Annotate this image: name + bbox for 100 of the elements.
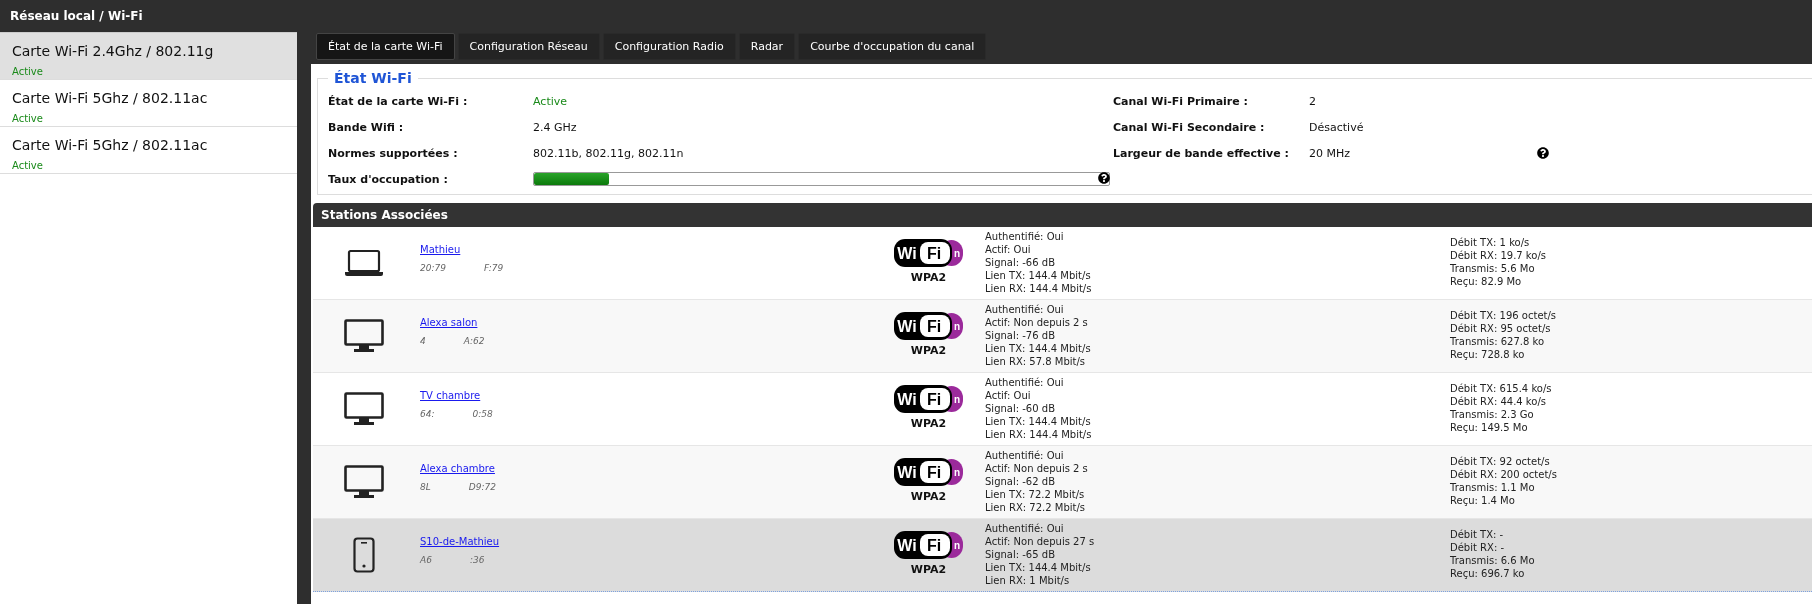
card-name: Carte Wi-Fi 5Ghz / 802.11ac bbox=[12, 90, 208, 106]
traffic-stat: Transmis: 6.6 Mo bbox=[1450, 554, 1536, 567]
wifi-logo: Wi Fi n bbox=[893, 531, 964, 559]
station-name-link[interactable]: Alexa salon bbox=[420, 317, 478, 328]
card-status: Active bbox=[12, 66, 43, 77]
station-detail: Signal: -76 dB bbox=[985, 329, 1056, 342]
security-label: WPA2 bbox=[910, 344, 947, 357]
laptop-icon bbox=[344, 249, 384, 277]
field-value: 20 MHz bbox=[1309, 146, 1351, 160]
field-label: Taux d'occupation : bbox=[328, 172, 448, 186]
help-icon[interactable] bbox=[1537, 147, 1549, 159]
station-detail: Lien TX: 144.4 Mbit/s bbox=[985, 342, 1092, 355]
traffic-stat: Reçu: 728.8 ko bbox=[1450, 348, 1526, 361]
tab[interactable]: Radar bbox=[738, 33, 796, 60]
mac-address: 8L bbox=[420, 482, 431, 492]
station-detail: Signal: -60 dB bbox=[985, 402, 1056, 415]
station-detail: Lien RX: 144.4 Mbit/s bbox=[985, 282, 1093, 295]
field-label: État de la carte Wi-Fi : bbox=[328, 94, 468, 108]
field-value: 802.11b, 802.11g, 802.11n bbox=[533, 146, 684, 160]
mac-address: 0:58 bbox=[472, 409, 493, 419]
station-name-link[interactable]: S10-de-Mathieu bbox=[420, 536, 500, 547]
station-detail: Authentifié: Oui bbox=[985, 522, 1065, 535]
traffic-stat: Transmis: 5.6 Mo bbox=[1450, 262, 1536, 275]
field-value: 2.4 GHz bbox=[533, 120, 577, 134]
mac-address: D9:72 bbox=[468, 482, 496, 492]
traffic-stat: Reçu: 82.9 Mo bbox=[1450, 275, 1523, 288]
security-label: WPA2 bbox=[910, 271, 947, 284]
help-icon[interactable] bbox=[1098, 172, 1110, 184]
station-row[interactable]: S10-de-Mathieu A6 :36 Wi Fi n WPA2 Authentifié: Oui Actif: Non depuis 27 s Signal: -65 dB Lien TX: 144.4 Mbit/s Lien RX: 1 Mbit/s Débit TX: - Débit RX: - Transmis: 6.6 Mo Reçu: 696.7 ko bbox=[313, 519, 1812, 592]
station-detail: Lien RX: 144.4 Mbit/s bbox=[985, 428, 1093, 441]
traffic-stat: Débit RX: 200 octet/s bbox=[1450, 468, 1558, 481]
station-detail: Signal: -62 dB bbox=[985, 475, 1056, 488]
traffic-stat: Débit RX: 44.4 ko/s bbox=[1450, 395, 1547, 408]
security-label: WPA2 bbox=[910, 563, 947, 576]
station-detail: Actif: Non depuis 2 s bbox=[985, 316, 1089, 329]
traffic-stat: Débit TX: - bbox=[1450, 528, 1505, 541]
monitor-icon bbox=[344, 465, 384, 499]
traffic-stat: Reçu: 149.5 Mo bbox=[1450, 421, 1529, 434]
traffic-stat: Reçu: 1.4 Mo bbox=[1450, 494, 1516, 507]
station-detail: Actif: Non depuis 2 s bbox=[985, 462, 1089, 475]
tab[interactable]: État de la carte Wi-Fi bbox=[316, 33, 455, 60]
station-detail: Signal: -66 dB bbox=[985, 256, 1056, 269]
station-row[interactable] bbox=[313, 300, 1812, 373]
mac-address: A6 bbox=[420, 555, 432, 565]
station-detail: Authentifié: Oui bbox=[985, 303, 1065, 316]
mac-address: :36 bbox=[469, 555, 485, 565]
traffic-stat: Transmis: 627.8 ko bbox=[1450, 335, 1546, 348]
security-label: WPA2 bbox=[910, 417, 947, 430]
station-name-link[interactable]: TV chambre bbox=[420, 390, 481, 401]
traffic-stat: Débit RX: - bbox=[1450, 541, 1506, 554]
traffic-stat: Débit TX: 92 octet/s bbox=[1450, 455, 1551, 468]
station-detail: Lien TX: 144.4 Mbit/s bbox=[985, 415, 1092, 428]
station-detail: Actif: Oui bbox=[985, 243, 1032, 256]
traffic-stat: Transmis: 2.3 Go bbox=[1450, 408, 1535, 421]
traffic-stat: Transmis: 1.1 Mo bbox=[1450, 481, 1536, 494]
wifi-logo: Wi Fi n bbox=[893, 239, 964, 267]
station-detail: Lien TX: 144.4 Mbit/s bbox=[985, 561, 1092, 574]
station-detail: Lien RX: 57.8 Mbit/s bbox=[985, 355, 1087, 368]
field-label: Bande Wifi : bbox=[328, 120, 404, 134]
mac-address: 4 bbox=[420, 336, 426, 346]
card-status: Active bbox=[12, 160, 43, 171]
station-row[interactable] bbox=[313, 446, 1812, 519]
station-name-link[interactable]: Mathieu bbox=[420, 244, 461, 255]
traffic-stat: Débit RX: 19.7 ko/s bbox=[1450, 249, 1547, 262]
station-name-link[interactable]: Alexa chambre bbox=[420, 463, 495, 474]
tab[interactable]: Courbe d'occupation du canal bbox=[798, 33, 987, 60]
page-title: Réseau local / Wi-Fi bbox=[10, 9, 143, 23]
monitor-icon bbox=[344, 319, 384, 353]
station-detail: Actif: Non depuis 27 s bbox=[985, 535, 1096, 548]
card-name: Carte Wi-Fi 2.4Ghz / 802.11g bbox=[12, 43, 214, 59]
station-detail: Authentifié: Oui bbox=[985, 230, 1065, 243]
station-detail: Lien RX: 1 Mbit/s bbox=[985, 574, 1071, 587]
station-detail: Authentifié: Oui bbox=[985, 376, 1065, 389]
tab[interactable]: Configuration Radio bbox=[602, 33, 736, 60]
station-detail: Actif: Oui bbox=[985, 389, 1032, 402]
wifi-logo: Wi Fi n bbox=[893, 458, 964, 486]
traffic-stat: Débit TX: 196 octet/s bbox=[1450, 309, 1558, 322]
station-detail: Lien TX: 144.4 Mbit/s bbox=[985, 269, 1092, 282]
mac-address: 20:79 bbox=[420, 263, 446, 273]
monitor-icon bbox=[344, 392, 384, 426]
field-label: Normes supportées : bbox=[328, 146, 458, 160]
traffic-stat: Débit RX: 95 octet/s bbox=[1450, 322, 1552, 335]
field-label: Canal Wi-Fi Secondaire : bbox=[1113, 120, 1265, 134]
mac-address: 64: bbox=[420, 409, 435, 419]
security-label: WPA2 bbox=[910, 490, 947, 503]
station-detail: Lien TX: 72.2 Mbit/s bbox=[985, 488, 1086, 501]
station-detail: Authentifié: Oui bbox=[985, 449, 1065, 462]
smartphone-icon bbox=[353, 537, 375, 573]
wifi-logo: Wi Fi n bbox=[893, 385, 964, 413]
traffic-stat: Reçu: 696.7 ko bbox=[1450, 567, 1526, 580]
mac-address: A:62 bbox=[463, 336, 485, 346]
card-status: Active bbox=[12, 113, 43, 124]
field-value: Désactivé bbox=[1309, 120, 1364, 134]
mac-address: F:79 bbox=[483, 263, 504, 273]
station-detail: Lien RX: 72.2 Mbit/s bbox=[985, 501, 1087, 514]
station-detail: Signal: -65 dB bbox=[985, 548, 1056, 561]
card-name: Carte Wi-Fi 5Ghz / 802.11ac bbox=[12, 137, 208, 153]
group-title: État Wi-Fi bbox=[333, 70, 413, 86]
tab[interactable]: Configuration Réseau bbox=[457, 33, 600, 60]
sidebar-item[interactable]: Carte Wi-Fi 2.4Ghz / 802.11g Active bbox=[0, 33, 297, 80]
